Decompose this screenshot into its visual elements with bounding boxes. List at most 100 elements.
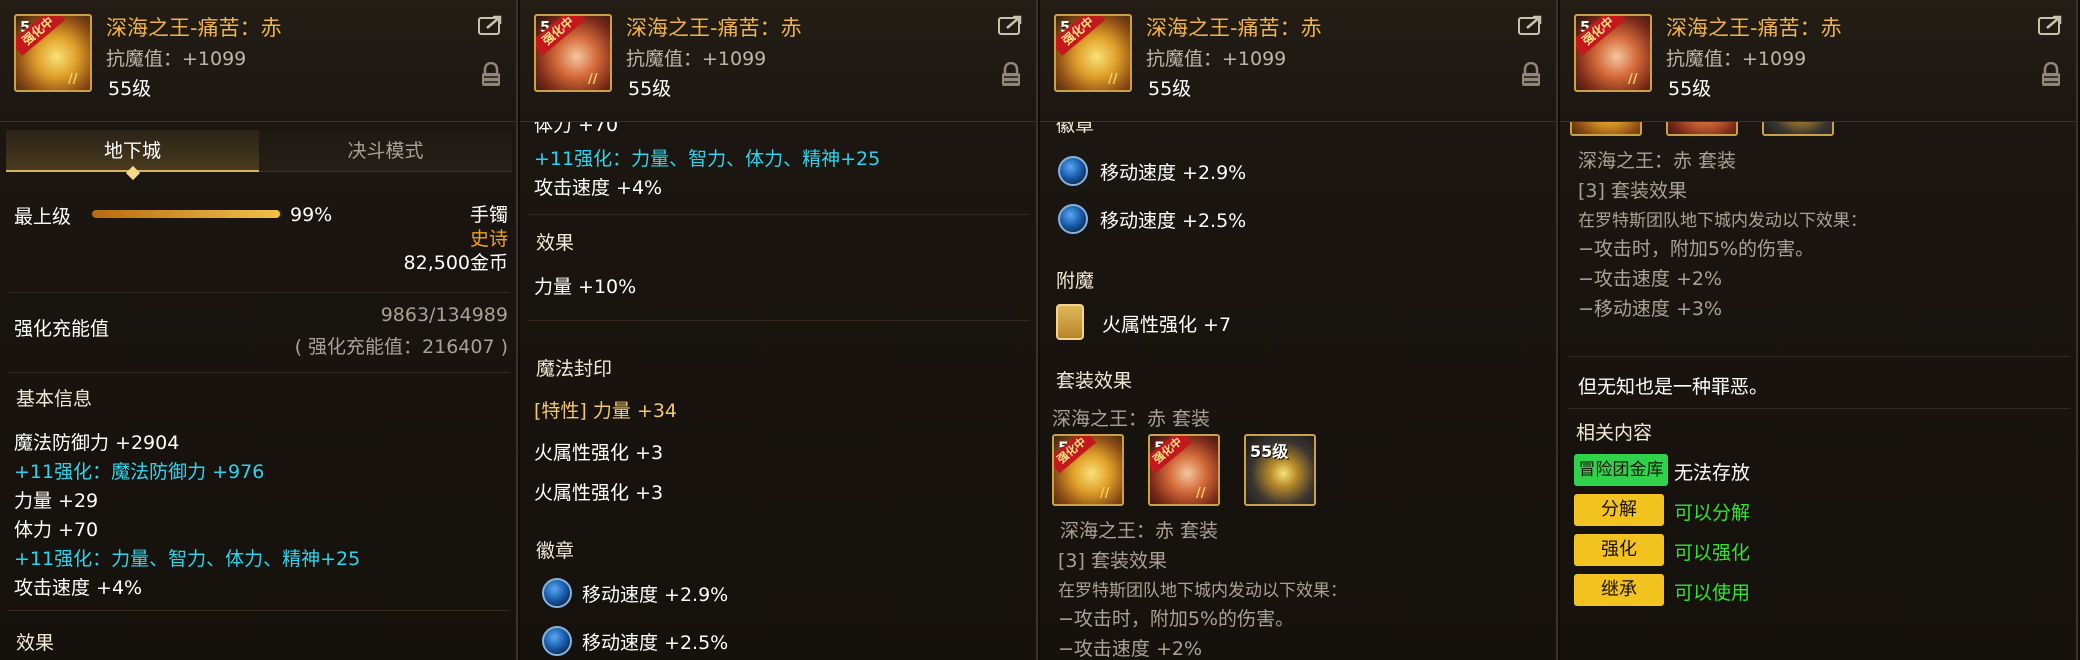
grade-bar-fill xyxy=(92,210,281,218)
divider xyxy=(8,372,510,373)
related-title: 相关内容 xyxy=(1576,422,1653,444)
icon-mark: // xyxy=(1196,486,1206,501)
enchant-card-icon xyxy=(1056,304,1084,340)
lock-icon[interactable] xyxy=(1000,62,1022,88)
item-header: 5 强化中 // 深海之王-痛苦：赤 抗魔值：+1099 55级 xyxy=(520,0,1036,122)
related-status: 无法存放 xyxy=(1674,462,1751,484)
set-effect-title: 套装效果 xyxy=(1056,370,1133,392)
divider xyxy=(8,292,510,293)
item-icon[interactable]: 5 强化中 // xyxy=(1574,14,1652,92)
set-description: 在罗特斯团队地下城内发动以下效果： xyxy=(1058,581,1347,601)
item-level: 55级 xyxy=(108,78,152,100)
anti-magic-value: 抗魔值：+1099 xyxy=(1666,48,1807,70)
disassemble-button[interactable]: 分解 xyxy=(1574,494,1664,526)
charge-value: 9863/134989 xyxy=(380,304,508,326)
stat-line: 体力 +70 xyxy=(14,519,99,541)
item-name: 深海之王-痛苦：赤 xyxy=(1146,16,1322,40)
item-icon[interactable]: 5 强化中 // xyxy=(14,14,92,92)
tooltip-panel-3: 5 强化中 // 深海之王-痛苦：赤 抗魔值：+1099 55级 徽章 移动速度… xyxy=(1040,0,1558,660)
effect-value: 力量 +10% xyxy=(534,276,637,298)
seal-fire: 火属性强化 +3 xyxy=(534,442,664,464)
anti-magic-value: 抗魔值：+1099 xyxy=(626,48,767,70)
set-name: 深海之王：赤 套装 xyxy=(1060,520,1219,542)
tooltip-body: 体力 +70 +11强化：力量、智力、体力、精神+25 攻击速度 +4% 效果 … xyxy=(520,114,1036,660)
tooltip-body: 徽章 移动速度 +2.9% 移动速度 +2.5% 附魔 火属性强化 +7 套装效… xyxy=(1040,114,1556,660)
item-header: 5 强化中 // 深海之王-痛苦：赤 抗魔值：+1099 55级 xyxy=(1040,0,1556,122)
item-name: 深海之王-痛苦：赤 xyxy=(1666,16,1842,40)
tooltip-body: 深海之王：赤 套装 [3] 套装效果 在罗特斯团队地下城内发动以下效果： −攻击… xyxy=(1560,64,2076,660)
set-bonus-title: [3] 套装效果 xyxy=(1578,180,1687,202)
stat-line: 攻击速度 +4% xyxy=(14,577,143,599)
stat-line: 魔法防御力 +2904 xyxy=(14,432,180,454)
grade-bar xyxy=(92,210,282,218)
item-header: 5 强化中 // 深海之王-痛苦：赤 抗魔值：+1099 55级 xyxy=(0,0,516,122)
icon-mark: // xyxy=(1100,486,1110,501)
share-icon[interactable] xyxy=(478,14,504,36)
lock-icon[interactable] xyxy=(480,62,502,88)
lock-icon[interactable] xyxy=(2040,62,2062,88)
item-level: 55级 xyxy=(628,78,672,100)
set-effect-line: −攻击速度 +2% xyxy=(1058,638,1203,660)
icon-level: 55级 xyxy=(1250,442,1289,461)
set-description: 在罗特斯团队地下城内发动以下效果： xyxy=(1578,211,1867,231)
set-effect-line: −攻击时，附加5%的伤害。 xyxy=(1578,238,1815,260)
charge-label: 强化充能值 xyxy=(14,318,110,340)
related-status: 可以分解 xyxy=(1674,502,1751,524)
item-level: 55级 xyxy=(1148,78,1192,100)
anti-magic-value: 抗魔值：+1099 xyxy=(1146,48,1287,70)
effect-title: 效果 xyxy=(16,632,55,654)
tooltip-body: 地下城 决斗模式 最上级 99% 手镯 史诗 82,500金币 强化充能值 98… xyxy=(0,122,516,660)
account-vault-button[interactable]: 冒险团金库 xyxy=(1574,454,1668,486)
share-icon[interactable] xyxy=(998,14,1024,36)
blue-emblem-icon xyxy=(542,578,572,608)
emblem-value: 移动速度 +2.5% xyxy=(582,632,729,654)
icon-mark: // xyxy=(1628,72,1638,87)
seal-title: 魔法封印 xyxy=(536,358,613,380)
stat-line: 攻击速度 +4% xyxy=(534,177,663,199)
inherit-button[interactable]: 继承 xyxy=(1574,574,1664,606)
grade-label: 最上级 xyxy=(14,206,72,228)
charge-total: ( 强化充能值：216407 ) xyxy=(294,336,508,358)
set-item-icon[interactable]: 55级 xyxy=(1244,434,1316,506)
blue-emblem-icon xyxy=(542,626,572,656)
share-icon[interactable] xyxy=(1518,14,1544,36)
set-item-icon[interactable]: 5 强化中 // xyxy=(1052,434,1124,506)
item-icon[interactable]: 5 强化中 // xyxy=(1054,14,1132,92)
related-status: 可以使用 xyxy=(1674,582,1751,604)
item-price: 82,500金币 xyxy=(403,252,508,274)
divider xyxy=(1568,408,2070,409)
divider xyxy=(528,320,1030,321)
item-icon[interactable]: 5 强化中 // xyxy=(534,14,612,92)
tooltip-panel-1: 5 强化中 // 深海之王-痛苦：赤 抗魔值：+1099 55级 地下城 决斗模… xyxy=(0,0,518,660)
item-name: 深海之王-痛苦：赤 xyxy=(106,16,282,40)
tooltip-panel-4: 5 强化中 // 深海之王-痛苦：赤 抗魔值：+1099 55级 深海之王：赤 … xyxy=(1560,0,2078,660)
set-name: 深海之王：赤 套装 xyxy=(1578,150,1737,172)
effect-title: 效果 xyxy=(536,232,575,254)
set-name: 深海之王：赤 套装 xyxy=(1052,408,1211,430)
item-rarity: 史诗 xyxy=(469,228,508,250)
seal-trait: [特性] 力量 +34 xyxy=(534,400,678,422)
stat-line: +11强化：力量、智力、体力、精神+25 xyxy=(534,148,881,170)
divider xyxy=(528,214,1030,215)
item-header: 5 强化中 // 深海之王-痛苦：赤 抗魔值：+1099 55级 xyxy=(1560,0,2076,122)
icon-mark: // xyxy=(1108,72,1118,87)
emblem-value: 移动速度 +2.9% xyxy=(582,584,729,606)
anti-magic-value: 抗魔值：+1099 xyxy=(106,48,247,70)
blue-emblem-icon xyxy=(1058,204,1088,234)
enchant-value: 火属性强化 +7 xyxy=(1102,314,1232,336)
icon-mark: // xyxy=(588,72,598,87)
divider xyxy=(1568,356,2070,357)
seal-fire: 火属性强化 +3 xyxy=(534,482,664,504)
enhance-button[interactable]: 强化 xyxy=(1574,534,1664,566)
set-item-icon[interactable]: 5 强化中 // xyxy=(1148,434,1220,506)
stat-line: +11强化：力量、智力、体力、精神+25 xyxy=(14,548,361,570)
set-bonus-title: [3] 套装效果 xyxy=(1058,550,1167,572)
set-effect-line: −攻击速度 +2% xyxy=(1578,268,1723,290)
basic-info-title: 基本信息 xyxy=(16,388,93,410)
item-level: 55级 xyxy=(1668,78,1712,100)
share-icon[interactable] xyxy=(2038,14,2064,36)
enchant-title: 附魔 xyxy=(1056,270,1095,292)
flavor-text: 但无知也是一种罪恶。 xyxy=(1578,376,1769,398)
lock-icon[interactable] xyxy=(1520,62,1542,88)
tab-pvp[interactable]: 决斗模式 xyxy=(259,130,512,172)
